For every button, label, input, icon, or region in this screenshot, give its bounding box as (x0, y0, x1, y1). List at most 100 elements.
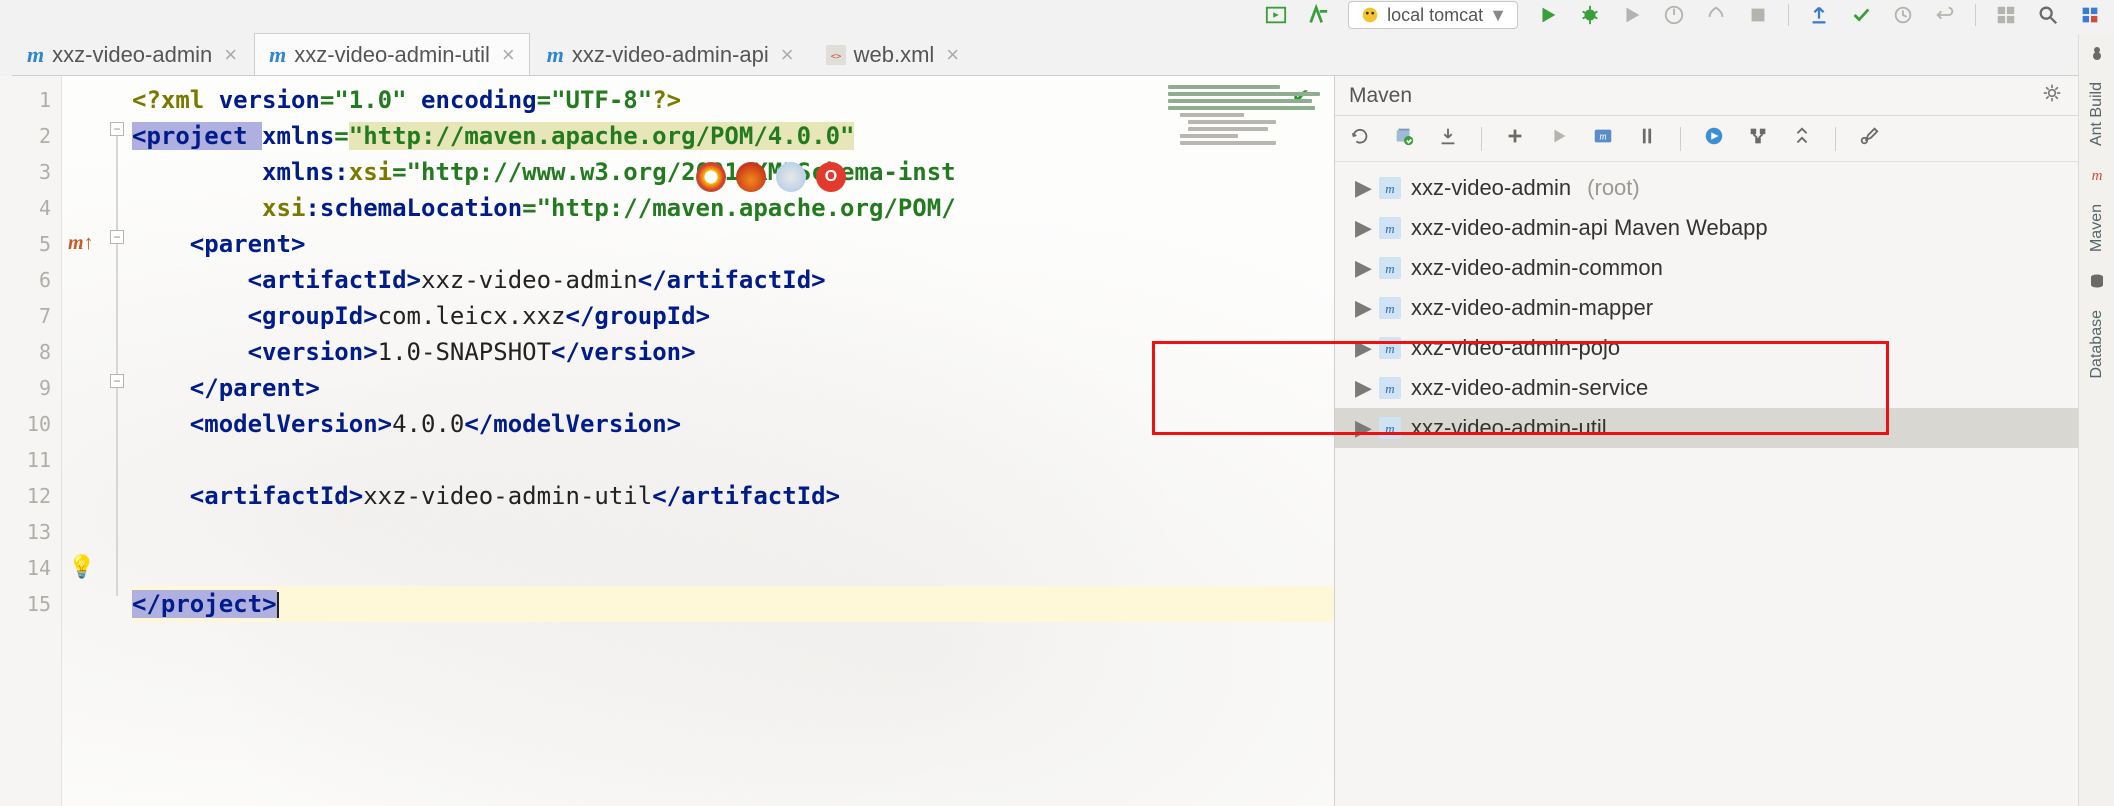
fold-toggle[interactable]: − (110, 374, 124, 388)
separator (1835, 127, 1836, 151)
maven-tree[interactable]: ▶mxxz-video-admin(root) ▶mxxz-video-admi… (1335, 162, 2114, 806)
debug-button[interactable] (1578, 3, 1602, 27)
collapse-all-icon[interactable] (1791, 125, 1813, 152)
tab-web-xml[interactable]: <> web.xml × (811, 33, 975, 75)
line-number: 15 (0, 586, 61, 622)
maven-module[interactable]: ▶mxxz-video-admin-api Maven Webapp (1335, 208, 2114, 248)
line-number: 13 (0, 514, 61, 550)
line-number: 10 (0, 406, 61, 442)
generate-sources-icon[interactable] (1393, 125, 1415, 152)
line-number: 5 (0, 226, 61, 262)
gear-icon[interactable] (2042, 83, 2062, 109)
separator (1975, 4, 1976, 26)
database-tab[interactable]: Database (2088, 310, 2106, 379)
profile-icon[interactable] (1662, 3, 1686, 27)
code-editor[interactable]: 1 2 3 4 5 6 7 8 9 10 11 12 13 14 15 m↑ 💡… (0, 76, 1334, 806)
maven-settings-icon[interactable] (1858, 125, 1880, 152)
skip-tests-icon[interactable] (1703, 125, 1725, 152)
ant-icon[interactable] (2088, 44, 2106, 62)
chevron-right-icon: ▶ (1355, 295, 1369, 321)
fold-guide (116, 136, 118, 596)
line-number: 7 (0, 298, 61, 334)
browser-preview-icons: O (696, 162, 846, 192)
maven-module-icon: m (1379, 297, 1401, 319)
tab-xxz-video-admin-api[interactable]: m xxz-video-admin-api × (532, 33, 809, 75)
coverage-icon[interactable] (1620, 3, 1644, 27)
vcs-history-icon[interactable] (1891, 3, 1915, 27)
maven-tab[interactable]: Maven (2088, 204, 2106, 252)
vcs-update-icon[interactable] (1807, 3, 1831, 27)
maven-module-note: (root) (1587, 175, 1640, 201)
maven-module[interactable]: ▶mxxz-video-admin-common (1335, 248, 2114, 288)
reimport-icon[interactable] (1349, 125, 1371, 152)
execute-goal-icon[interactable]: m (1592, 125, 1614, 152)
maven-module-label: xxz-video-admin-pojo (1411, 335, 1620, 361)
download-sources-icon[interactable] (1437, 125, 1459, 152)
search-icon[interactable] (2036, 3, 2060, 27)
maven-module[interactable]: ▶mxxz-video-admin-service (1335, 368, 2114, 408)
svg-text:m: m (1385, 421, 1394, 436)
run-maven-icon[interactable] (1548, 125, 1570, 152)
line-number: 4 (0, 190, 61, 226)
line-number: 9 (0, 370, 61, 406)
toggle-offline-icon[interactable] (1636, 125, 1658, 152)
maven-module[interactable]: ▶mxxz-video-admin(root) (1335, 168, 2114, 208)
separator (1481, 127, 1482, 151)
line-number: 12 (0, 478, 61, 514)
fold-toggle[interactable]: − (110, 122, 124, 136)
svg-text:m: m (1385, 381, 1394, 396)
run-dashboard-icon[interactable] (1264, 3, 1288, 27)
close-icon[interactable]: × (946, 42, 959, 68)
stop-button[interactable] (1746, 3, 1770, 27)
fold-toggle[interactable]: − (110, 230, 124, 244)
svg-text:m: m (1385, 301, 1394, 316)
maven-module[interactable]: ▶mxxz-video-admin-util (1335, 408, 2114, 448)
maven-strip-icon[interactable]: m (2088, 166, 2106, 184)
tab-xxz-video-admin-util[interactable]: m xxz-video-admin-util × (254, 33, 530, 75)
opera-icon[interactable]: O (816, 162, 846, 192)
close-icon[interactable]: × (224, 42, 237, 68)
vcs-revert-icon[interactable] (1933, 3, 1957, 27)
run-config-selector[interactable]: local tomcat ▼ (1348, 1, 1518, 29)
close-icon[interactable]: × (502, 42, 515, 68)
add-icon[interactable] (1504, 125, 1526, 152)
line-number: 1 (0, 82, 61, 118)
svg-text:m: m (1385, 261, 1394, 276)
line-number: 8 (0, 334, 61, 370)
line-number: 2 (0, 118, 61, 154)
editor-tabs: m xxz-video-admin × m xxz-video-admin-ut… (12, 34, 2114, 76)
tab-label: xxz-video-admin-api (572, 42, 769, 68)
vcs-commit-icon[interactable] (1849, 3, 1873, 27)
maven-file-icon: m (269, 42, 286, 68)
maven-gutter-icon[interactable]: m↑ (68, 232, 94, 255)
chrome-icon[interactable] (696, 162, 726, 192)
close-icon[interactable]: × (781, 42, 794, 68)
safari-icon[interactable] (776, 162, 806, 192)
build-icon[interactable] (1306, 3, 1330, 27)
main-toolbar: local tomcat ▼ (1252, 0, 2114, 30)
maven-module[interactable]: ▶mxxz-video-admin-pojo (1335, 328, 2114, 368)
maven-file-icon: m (547, 42, 564, 68)
code-minimap[interactable] (1168, 82, 1328, 162)
maven-header: Maven — (1335, 76, 2114, 116)
run-button[interactable] (1536, 3, 1560, 27)
project-structure-icon[interactable] (1994, 3, 2018, 27)
run-config-label: local tomcat (1387, 5, 1483, 26)
tab-xxz-video-admin[interactable]: m xxz-video-admin × (12, 33, 252, 75)
maven-module-icon: m (1379, 257, 1401, 279)
line-number: 6 (0, 262, 61, 298)
show-dependencies-icon[interactable] (1747, 125, 1769, 152)
ant-build-tab[interactable]: Ant Build (2088, 82, 2106, 146)
caret (277, 592, 279, 618)
ide-settings-icon[interactable] (2078, 3, 2102, 27)
database-icon[interactable] (2088, 272, 2106, 290)
firefox-icon[interactable] (736, 162, 766, 192)
chevron-right-icon: ▶ (1355, 335, 1369, 361)
maven-file-icon: m (27, 42, 44, 68)
maven-title: Maven (1349, 84, 1412, 108)
maven-module-icon: m (1379, 417, 1401, 439)
attach-icon[interactable] (1704, 3, 1728, 27)
maven-module[interactable]: ▶mxxz-video-admin-mapper (1335, 288, 2114, 328)
maven-module-label: xxz-video-admin (1411, 175, 1571, 201)
bulb-icon[interactable]: 💡 (68, 554, 95, 580)
